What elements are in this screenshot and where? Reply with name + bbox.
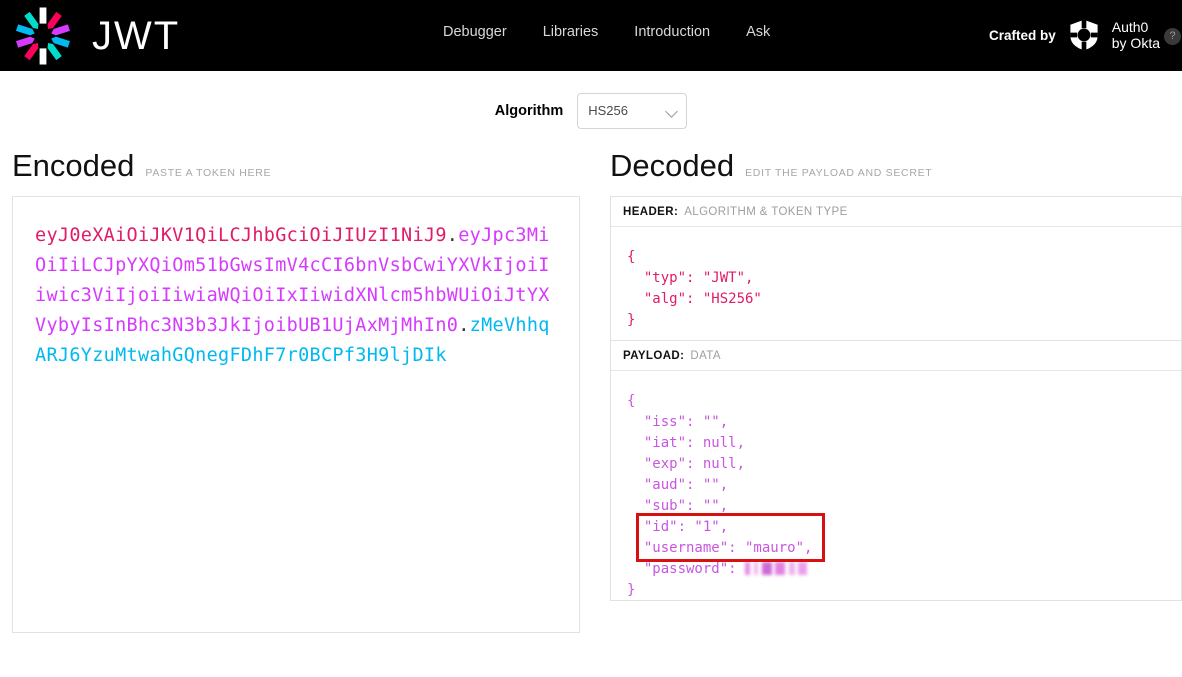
nav-item-introduction[interactable]: Introduction <box>634 22 710 42</box>
encoded-token-input[interactable]: eyJ0eXAiOiJKV1QiLCJhbGciOiJIUzI1NiJ9.eyJ… <box>12 196 580 633</box>
payload-panel-label: PAYLOAD: DATA <box>611 341 1181 371</box>
payload-json-editor[interactable]: { "iss": "", "iat": null, "exp": null, "… <box>611 371 1181 600</box>
crafted-by-auth0[interactable]: Crafted by Auth0 by Okta <box>989 18 1160 52</box>
nav-item-debugger[interactable]: Debugger <box>443 22 507 42</box>
encoded-title: Encoded <box>12 148 135 183</box>
token-header-segment: eyJ0eXAiOiJKV1QiLCJhbGciOiJIUzI1NiJ9 <box>35 225 447 246</box>
main-nav: Debugger Libraries Introduction Ask <box>443 22 770 42</box>
brand-logo[interactable]: JWT <box>12 5 180 67</box>
jwt-starburst-icon <box>16 6 70 65</box>
encoded-token-text: eyJ0eXAiOiJKV1QiLCJhbGciOiJIUzI1NiJ9.eyJ… <box>35 221 557 371</box>
header-json-editor[interactable]: { "typ": "JWT", "alg": "HS256" } <box>611 227 1181 340</box>
payload-json-after: } <box>627 582 636 598</box>
top-navigation-bar: JWT Debugger Libraries Introduction Ask … <box>0 0 1182 71</box>
payload-json-before: { "iss": "", "iat": null, "exp": null, "… <box>627 393 813 577</box>
payload-label-text: PAYLOAD: <box>623 349 685 362</box>
header-panel-label: HEADER: ALGORITHM & TOKEN TYPE <box>611 197 1181 227</box>
algorithm-selected-value: HS256 <box>588 103 628 118</box>
chevron-down-icon <box>665 104 679 118</box>
encoded-subtitle: PASTE A TOKEN HERE <box>145 167 272 179</box>
encoded-heading: Encoded PASTE A TOKEN HERE <box>12 150 580 196</box>
encoded-column: Encoded PASTE A TOKEN HERE eyJ0eXAiOiJKV… <box>12 150 580 633</box>
token-separator-2: . <box>458 315 470 336</box>
crafted-by-label: Crafted by <box>988 27 1056 43</box>
auth0-shield-icon <box>1070 19 1098 51</box>
header-label-text: HEADER: <box>623 205 679 218</box>
algorithm-row: Algorithm HS256 <box>0 71 1182 150</box>
nav-item-libraries[interactable]: Libraries <box>543 22 599 42</box>
token-separator-1: . <box>446 225 459 246</box>
auth0-name: Auth0 <box>1111 19 1149 35</box>
payload-panel: PAYLOAD: DATA { "iss": "", "iat": null, … <box>610 340 1182 601</box>
decoded-subtitle: EDIT THE PAYLOAD AND SECRET <box>745 167 933 179</box>
algorithm-select[interactable]: HS256 <box>577 92 688 129</box>
help-icon[interactable]: ? <box>1164 28 1181 45</box>
header-panel: HEADER: ALGORITHM & TOKEN TYPE { "typ": … <box>610 196 1182 340</box>
algorithm-label: Algorithm <box>494 102 564 119</box>
nav-item-ask[interactable]: Ask <box>746 22 770 42</box>
by-okta-name: by Okta <box>1111 35 1160 51</box>
decoded-heading: Decoded EDIT THE PAYLOAD AND SECRET <box>610 150 1182 196</box>
brand-wordmark: JWT <box>92 13 181 58</box>
header-label-subtext: ALGORITHM & TOKEN TYPE <box>684 205 848 218</box>
password-value-blurred <box>745 562 808 575</box>
decoded-column: Decoded EDIT THE PAYLOAD AND SECRET HEAD… <box>610 150 1182 601</box>
decoded-title: Decoded <box>610 148 735 183</box>
payload-label-subtext: DATA <box>690 349 721 362</box>
